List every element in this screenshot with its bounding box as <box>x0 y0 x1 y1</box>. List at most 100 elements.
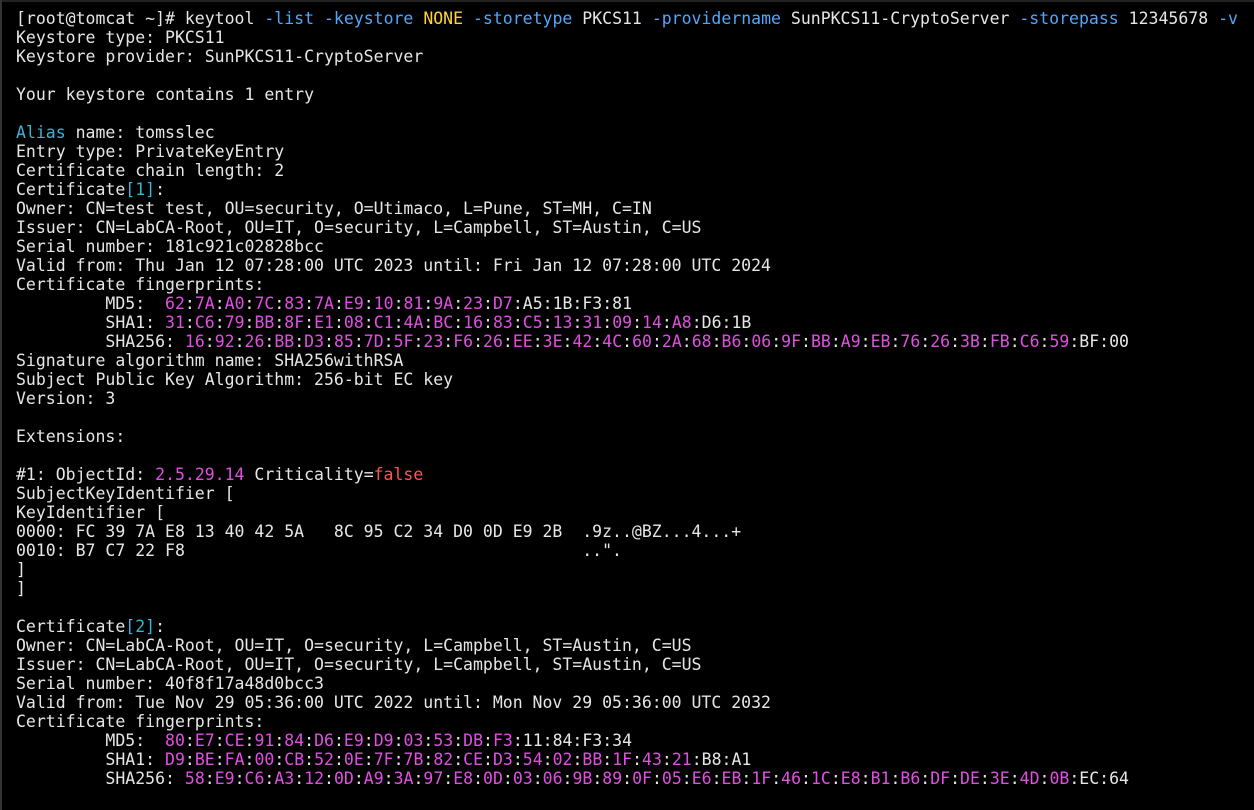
terminal-text-segment: 0010: B7 C7 22 F8 ..". <box>16 541 622 560</box>
terminal-text-segment: : <box>353 332 364 351</box>
terminal-text-segment: : <box>622 332 633 351</box>
terminal-line: Serial number: 40f8f17a48d0bcc3 <box>16 674 1246 693</box>
terminal-text-segment: 79 <box>224 313 245 332</box>
terminal-text-segment: BB <box>274 332 295 351</box>
terminal-line: SubjectKeyIdentifier [ <box>16 484 1246 503</box>
terminal-text-segment: : <box>860 769 871 788</box>
terminal-text-segment: 83 <box>492 313 513 332</box>
terminal-text-segment: 31 <box>582 313 603 332</box>
terminal-text-segment: :B8:A1 <box>691 750 752 769</box>
terminal-text-segment: : <box>274 750 285 769</box>
terminal-text-segment: : <box>324 332 334 351</box>
terminal-text-segment: : <box>443 332 454 351</box>
terminal-text-segment: :A5:1B:F3:81 <box>512 294 633 313</box>
terminal-text-segment: 10 <box>373 294 394 313</box>
terminal-text-segment: 31 <box>165 313 185 332</box>
terminal-text-segment: : <box>681 769 692 788</box>
terminal-text-segment: : <box>502 769 513 788</box>
terminal-text-segment: 16 <box>184 332 205 351</box>
terminal-text-segment: : <box>661 313 672 332</box>
terminal-line: Keystore type: PKCS11 <box>16 28 1246 47</box>
terminal-text-segment: B1 <box>870 769 891 788</box>
terminal-text-segment: : <box>333 294 344 313</box>
terminal-text-segment: 80 <box>165 731 185 750</box>
terminal-text-segment: NONE <box>423 9 473 28</box>
terminal-text-segment: ] <box>16 579 26 598</box>
terminal-text-segment: A9 <box>363 769 384 788</box>
terminal-text-segment: 02 <box>552 750 573 769</box>
terminal-text-segment: : <box>383 769 394 788</box>
terminal-text-segment: 5F <box>393 332 414 351</box>
terminal-text-segment: : <box>423 750 434 769</box>
terminal-text-segment: C5 <box>522 313 543 332</box>
terminal-text-segment: A9 <box>840 332 861 351</box>
terminal-text-segment: 9F <box>781 332 802 351</box>
terminal-text-segment: 7C <box>254 294 275 313</box>
terminal-text-segment: 09 <box>612 313 633 332</box>
terminal-text-segment: : <box>502 332 513 351</box>
terminal-text-segment: Entry type: PrivateKeyEntry <box>16 142 285 161</box>
terminal-text-segment: Certificate <box>16 180 126 199</box>
terminal-text-segment: : <box>204 332 215 351</box>
terminal-text-segment: 91 <box>254 731 275 750</box>
terminal-text-segment: 97 <box>423 769 444 788</box>
terminal-text-segment: : <box>214 294 225 313</box>
terminal-text-segment: : <box>453 313 464 332</box>
terminal-text-segment: EB <box>870 332 891 351</box>
terminal-output[interactable]: [root@tomcat ~]# keytool -list -keystore… <box>16 9 1246 788</box>
terminal-text-segment: E8 <box>840 769 861 788</box>
terminal-text-segment: : <box>304 750 315 769</box>
terminal-text-segment: : <box>423 294 434 313</box>
terminal-text-segment: 08 <box>343 313 364 332</box>
terminal-text-segment: : <box>234 769 245 788</box>
terminal-line: Valid from: Tue Nov 29 05:36:00 UTC 2022… <box>16 693 1246 712</box>
terminal-text-segment: [1] <box>125 180 156 199</box>
terminal-text-segment: FB <box>989 332 1010 351</box>
terminal-text-segment: : <box>741 332 752 351</box>
terminal-line: SHA1: 31:C6:79:BB:8F:E1:08:C1:4A:BC:16:8… <box>16 313 1246 332</box>
terminal-text-segment: Owner: CN=LabCA-Root, OU=IT, O=security,… <box>16 636 692 655</box>
terminal-text-segment: : <box>532 332 543 351</box>
terminal-text-segment: A3 <box>274 769 295 788</box>
terminal-text-segment: E8 <box>453 769 474 788</box>
terminal-line: Valid from: Thu Jan 12 07:28:00 UTC 2023… <box>16 256 1246 275</box>
window-top-border <box>0 0 1254 2</box>
terminal-text-segment: : <box>562 769 573 788</box>
terminal-text-segment: -list -keystore <box>264 9 424 28</box>
terminal-text-segment: : <box>979 769 990 788</box>
terminal-line: ] <box>16 579 1246 598</box>
terminal-text-segment: : <box>274 313 285 332</box>
terminal-text-segment: MD5: <box>16 731 166 750</box>
terminal-text-segment: F6 <box>453 332 474 351</box>
terminal-text-segment: [root@tomcat ~]# keytool <box>16 9 265 28</box>
terminal-text-segment: D9 <box>373 731 394 750</box>
terminal-text-segment: 03 <box>403 731 424 750</box>
terminal-text-segment: : <box>453 750 464 769</box>
terminal-text-segment: 60 <box>632 332 652 351</box>
terminal-text-segment: 0D <box>483 769 503 788</box>
terminal-text-segment: : <box>572 750 583 769</box>
terminal-text-segment: 7D <box>363 332 384 351</box>
terminal-text-segment: : <box>681 332 692 351</box>
terminal-text-segment: -providername <box>651 9 791 28</box>
terminal-text-segment: 83 <box>284 294 305 313</box>
terminal-text-segment: : <box>304 731 315 750</box>
terminal-text-segment: : <box>950 769 961 788</box>
terminal-text-segment: SHA1: <box>16 750 166 769</box>
terminal-text-segment: -v <box>1218 9 1238 28</box>
terminal-text-segment: : <box>830 769 841 788</box>
terminal-text-segment: 2.5.29.14 <box>155 465 245 484</box>
terminal-text-segment: A0 <box>224 294 245 313</box>
terminal-text-segment: : <box>602 313 613 332</box>
terminal-text-segment: : <box>383 332 394 351</box>
terminal-text-segment: : <box>363 313 374 332</box>
terminal-text-segment: Valid from: Thu Jan 12 07:28:00 UTC 2023… <box>16 256 771 275</box>
terminal-text-segment: : <box>393 294 404 313</box>
terminal-line: 0010: B7 C7 22 F8 ..". <box>16 541 1246 560</box>
terminal-line: Version: 3 <box>16 389 1246 408</box>
terminal-text-segment: D6 <box>314 731 334 750</box>
terminal-text-segment: Issuer: CN=LabCA-Root, OU=IT, O=security… <box>16 655 702 674</box>
terminal-line: Subject Public Key Algorithm: 256-bit EC… <box>16 370 1246 389</box>
terminal-text-segment: : <box>651 332 662 351</box>
